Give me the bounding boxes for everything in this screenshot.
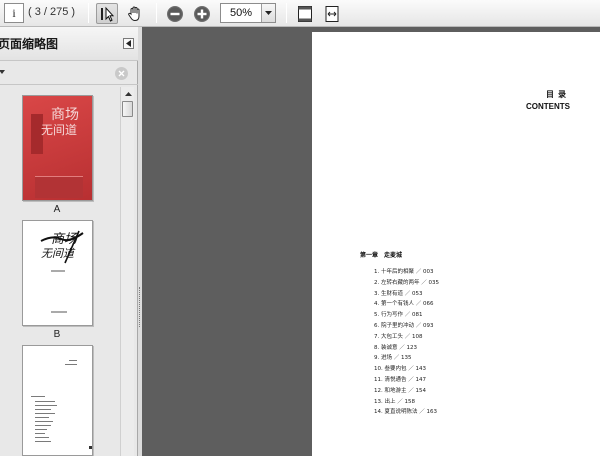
toc-item: 7. 大包工头 ／ 108 <box>374 333 423 340</box>
toc-item: 12. 和地游主 ／ 154 <box>374 387 426 394</box>
panel-title: 页面缩略图 <box>0 37 59 51</box>
hand-icon <box>128 5 140 21</box>
thumbnail-text-line <box>65 364 77 365</box>
toc-item: 8. 装诚意 ／ 123 <box>374 344 417 351</box>
collapse-panel-button[interactable] <box>123 38 134 49</box>
document-viewport[interactable]: 目录 CONTENTS 第一章 走麦城 1. 十年后的相聚 ／ 003 2. 左… <box>142 27 600 456</box>
chevron-down-icon <box>265 11 272 15</box>
publisher-line <box>51 311 67 313</box>
thumbnail-text-line <box>35 405 57 406</box>
toc-item: 2. 左转右藏的两年 ／ 035 <box>374 279 439 286</box>
thumbnail-scrollbar[interactable] <box>120 87 134 456</box>
thumbnail-text-line <box>35 409 51 410</box>
thumbnail-text-line <box>35 437 49 438</box>
toolbar-separator <box>286 3 287 23</box>
thumbnail-page-b[interactable]: 商场 无间道 <box>22 220 93 326</box>
zoom-in-button[interactable] <box>191 3 213 24</box>
hand-tool-button[interactable] <box>124 3 146 24</box>
title-line-2: 无间道 <box>41 247 74 260</box>
toc-item: 1. 十年后的相聚 ／ 003 <box>374 269 434 275</box>
toc-item: 10. 叁要内包 ／ 143 <box>374 366 426 373</box>
minus-circle-icon <box>167 5 183 22</box>
thumbnails-panel: 页面缩略图 商场 无间道 A 商场 无间道 B <box>0 27 138 456</box>
chevron-up-icon <box>124 91 132 96</box>
toc-item: 4. 第一个有钱人 ／ 066 <box>374 301 434 308</box>
toc-item: 13. 出上 ／ 158 <box>374 398 415 405</box>
plus-circle-icon <box>194 5 210 22</box>
thumbnail-label: B <box>53 329 61 340</box>
toc-title-chinese: 目录 <box>546 90 570 99</box>
zoom-value[interactable]: 50% <box>221 4 261 22</box>
chevron-left-icon <box>126 40 131 47</box>
thumbnail-text-line <box>35 417 49 418</box>
document-page: 目录 CONTENTS 第一章 走麦城 1. 十年后的相聚 ／ 003 2. 左… <box>312 32 600 456</box>
close-panel-button[interactable] <box>115 67 128 80</box>
scroll-thumb[interactable] <box>122 101 133 117</box>
cover-title-line-2: 无间道 <box>41 123 78 137</box>
zoom-out-button[interactable] <box>164 3 186 24</box>
toolbar-separator <box>88 3 89 23</box>
thumbnail-text-line <box>35 413 55 414</box>
fit-page-icon <box>298 5 312 22</box>
fit-width-button[interactable] <box>321 3 343 24</box>
thumbnail-text-line <box>35 401 55 402</box>
toc-item: 14. 夏直说明陈法 ／ 163 <box>374 409 437 416</box>
toc-item: 3. 生财有道 ／ 053 <box>374 290 423 297</box>
thumbnail-text-line <box>35 425 51 426</box>
splitter-grip[interactable] <box>139 287 141 327</box>
thumbnail-text-line <box>35 433 45 434</box>
toc-item: 9. 进场 ／ 135 <box>374 355 412 362</box>
scroll-up-button[interactable] <box>122 88 134 99</box>
thumbnail-text-line <box>35 429 47 430</box>
thumbnail-label: A <box>53 204 61 215</box>
toc-item: 11. 清悦通告 ／ 147 <box>374 376 426 383</box>
chapter-heading: 第一章 走麦城 <box>360 252 403 259</box>
cover-shape <box>35 176 83 198</box>
fit-width-icon <box>325 5 339 22</box>
page-number-field[interactable]: i <box>4 3 24 23</box>
select-tool-button[interactable] <box>96 3 118 24</box>
toc-list: 1. 十年后的相聚 ／ 003 2. 左转右藏的两年 ／ 035 3. 生财有道… <box>374 267 534 418</box>
thumbnail-text-line <box>31 396 45 397</box>
thumbnail-text-line <box>35 421 53 422</box>
thumbnail-page-current[interactable] <box>22 345 93 456</box>
toc-item: 5. 行为写作 ／ 081 <box>374 312 423 319</box>
toc-item: 6. 院子里的冲动 ／ 093 <box>374 322 434 329</box>
toolbar-separator <box>156 3 157 23</box>
page-marker <box>89 446 92 449</box>
toc-title-english: CONTENTS <box>526 102 570 111</box>
close-icon <box>118 70 125 77</box>
author-line <box>51 270 65 272</box>
text-cursor-icon <box>101 6 115 22</box>
thumbnail-text-line <box>69 360 77 361</box>
zoom-select[interactable]: 50% <box>220 3 276 23</box>
zoom-dropdown-button[interactable] <box>261 4 275 22</box>
thumbnail-list[interactable]: 商场 无间道 A 商场 无间道 B <box>0 87 120 456</box>
cover-title-line-1: 商场 <box>51 107 79 123</box>
panel-header: 页面缩略图 <box>0 27 138 61</box>
panel-options-row <box>0 63 138 85</box>
toolbar: i ( 3 / 275 ) 50% <box>0 0 600 27</box>
thumbnail-text-line <box>35 441 51 442</box>
page-count: ( 3 / 275 ) <box>28 6 76 18</box>
fit-page-button[interactable] <box>294 3 316 24</box>
options-dropdown-icon[interactable] <box>0 70 5 74</box>
thumbnail-page-a[interactable]: 商场 无间道 <box>22 95 93 201</box>
title-line-1: 商场 <box>51 232 78 247</box>
